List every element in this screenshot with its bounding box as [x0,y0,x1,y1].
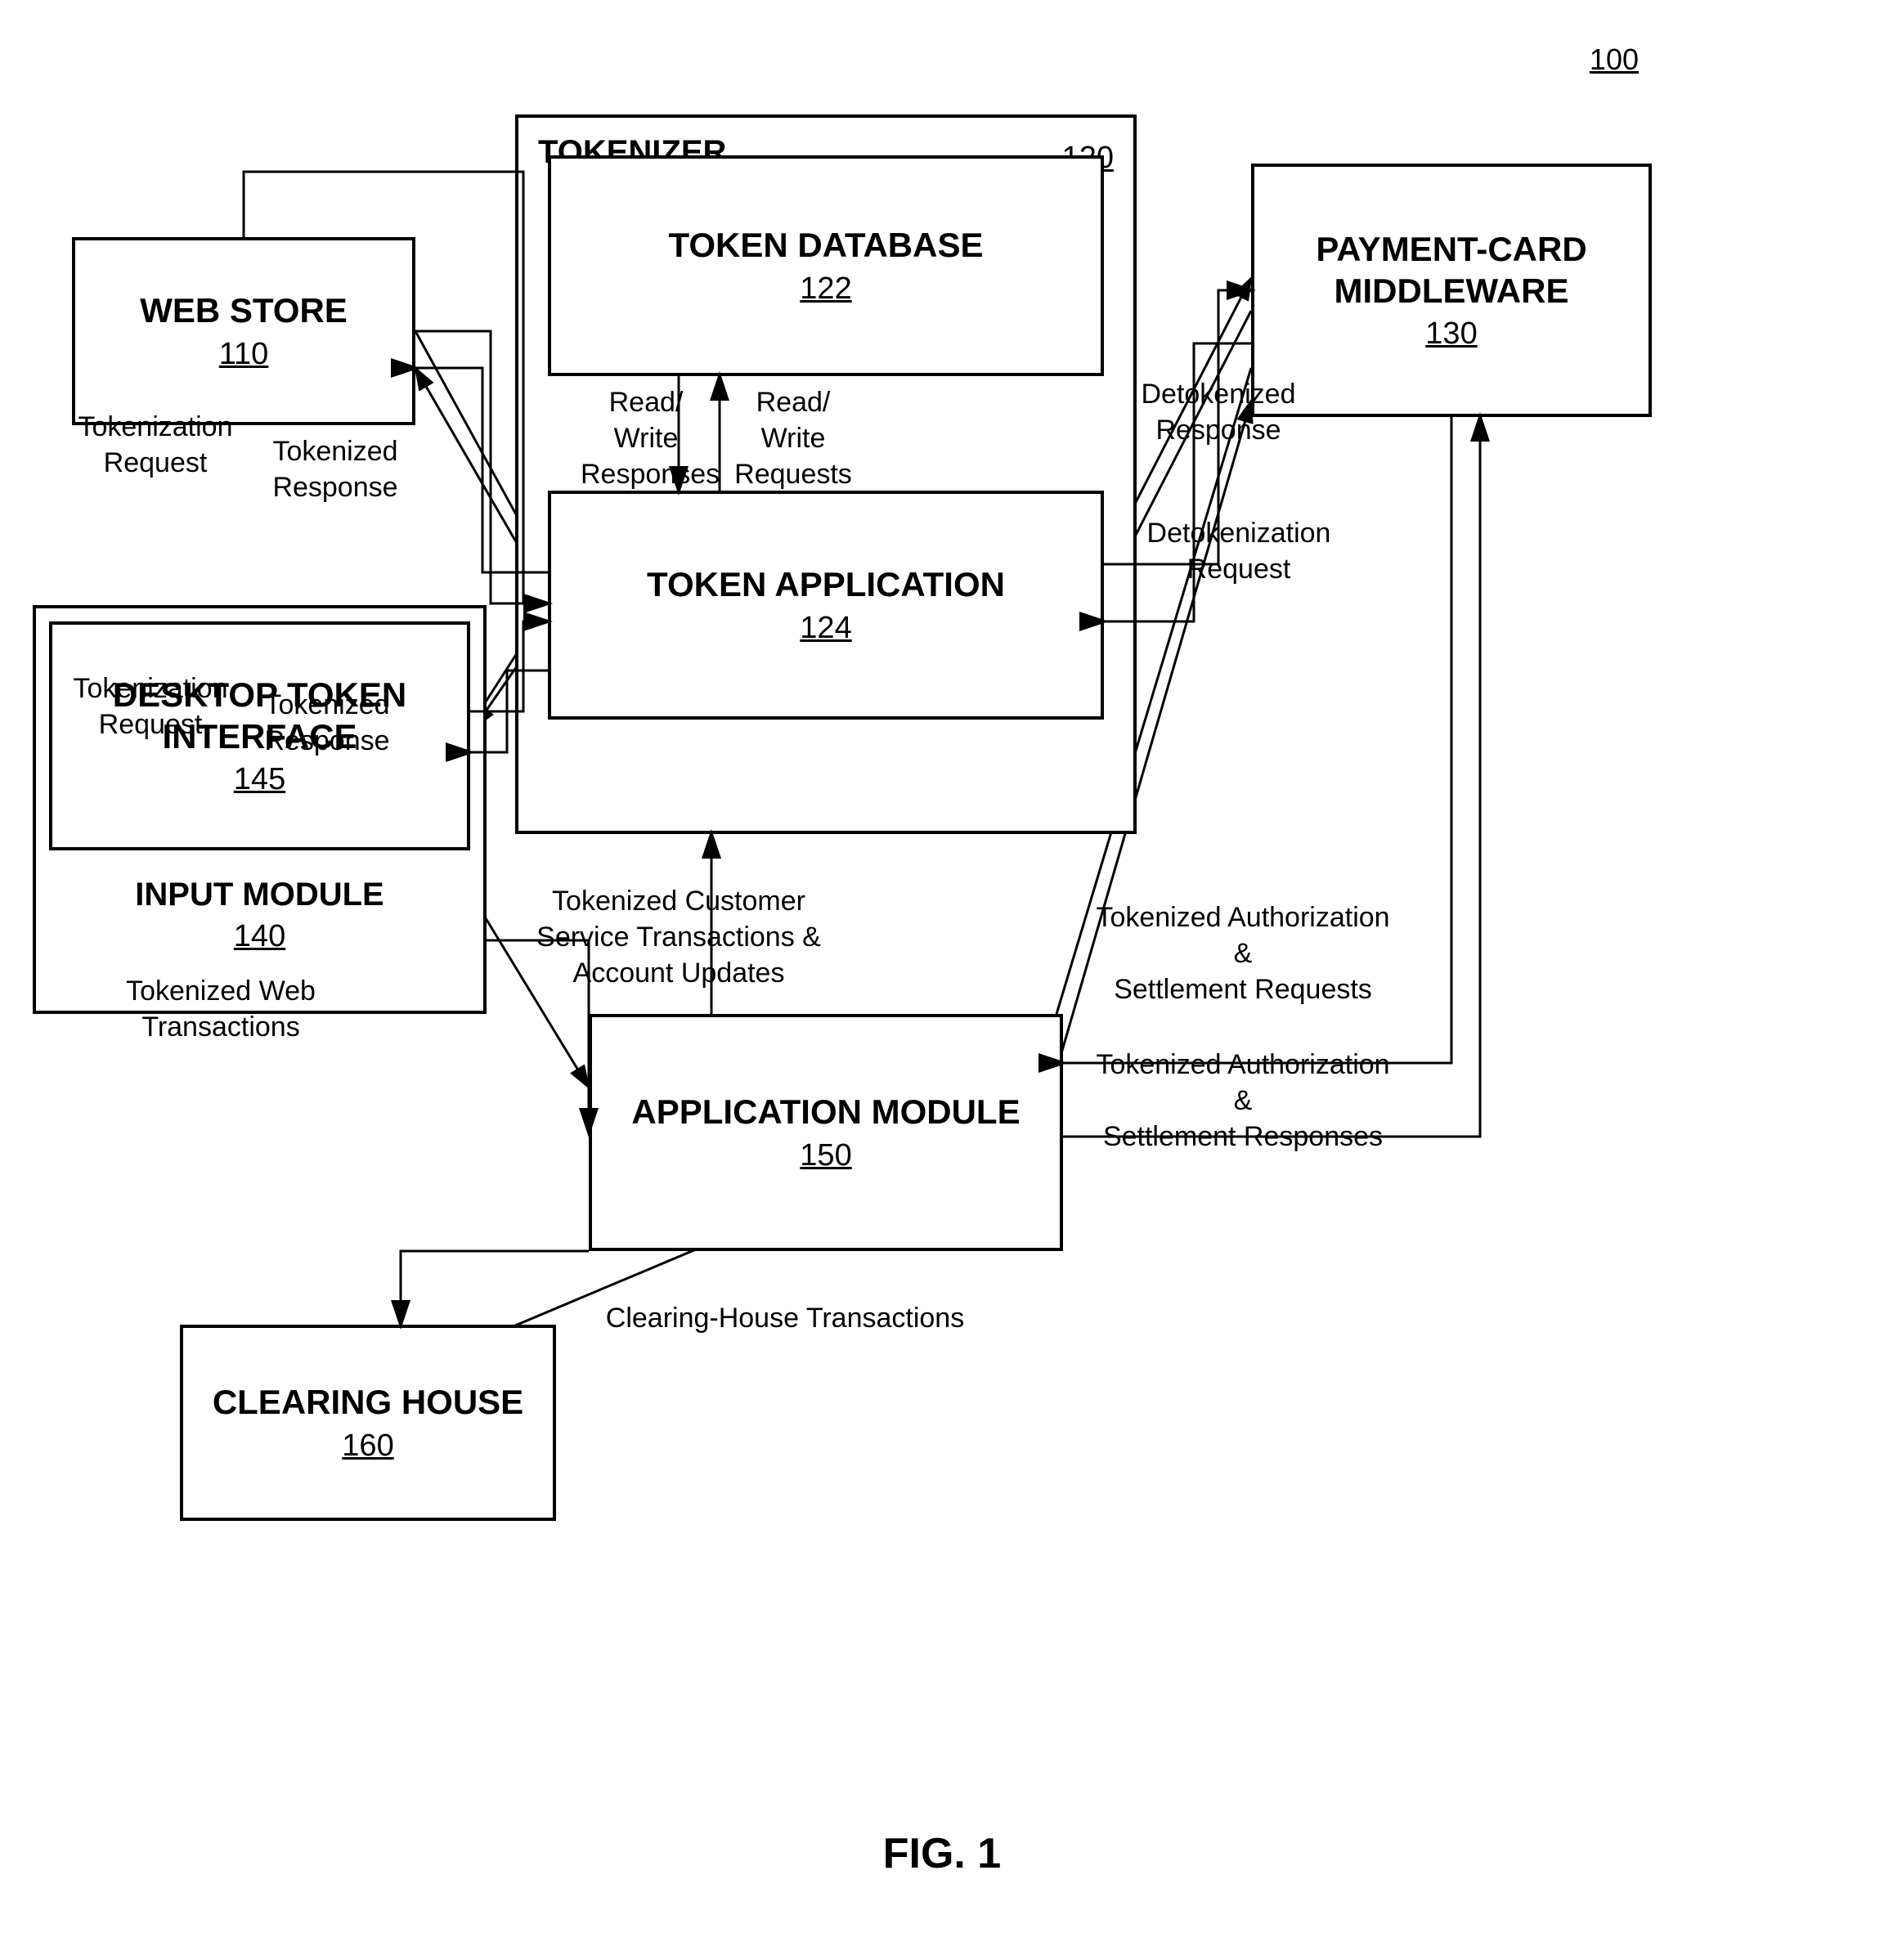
label-read-write-resp: Read/WriteResponses [581,384,711,493]
token-application-title: TOKEN APPLICATION [647,564,1005,605]
label-tok-auth-resp: Tokenized Authorization &Settlement Resp… [1088,1047,1398,1155]
label-tok-req-1: TokenizationRequest [65,409,245,481]
desktop-token-ref: 145 [234,762,285,797]
label-detok-resp: DetokenizedResponse [1112,376,1325,448]
payment-card-ref: 130 [1425,316,1477,352]
label-clearing-trans: Clearing-House Transactions [589,1300,981,1336]
web-store-ref: 110 [219,337,269,372]
diagram: 100 [0,0,1884,1960]
label-read-write-req: Read/WriteRequests [728,384,859,493]
token-database-title: TOKEN DATABASE [668,225,983,266]
clearing-house-ref: 160 [342,1429,393,1464]
web-store-box: WEB STORE 110 [72,237,415,425]
clearing-house-box: CLEARING HOUSE 160 [180,1325,556,1521]
clearing-house-title: CLEARING HOUSE [213,1382,523,1423]
label-tok-req-2: TokenizationRequest [61,671,240,742]
token-application-box: TOKEN APPLICATION 124 [548,491,1104,720]
label-detok-req: DetokenizationRequest [1120,515,1357,587]
application-module-title: APPLICATION MODULE [631,1092,1020,1132]
label-tok-cust-service: Tokenized CustomerService Transactions &… [523,883,834,992]
main-ref: 100 [1590,43,1639,77]
label-tok-web-trans: Tokenized Web Transactions [65,973,376,1045]
token-database-box: TOKEN DATABASE 122 [548,155,1104,376]
token-application-ref: 124 [800,611,851,646]
payment-card-title: PAYMENT-CARD MIDDLEWARE [1254,229,1648,312]
label-tok-resp-2: TokenizedResponse [237,687,417,759]
label-tok-auth-req: Tokenized Authorization &Settlement Requ… [1088,899,1398,1008]
label-tok-resp-1: TokenizedResponse [245,433,425,505]
web-store-title: WEB STORE [140,290,348,331]
token-database-ref: 122 [800,271,851,307]
fig-caption: FIG. 1 [883,1829,1001,1878]
input-module-label: INPUT MODULE 140 [33,875,487,954]
application-module-ref: 150 [800,1138,851,1173]
application-module-box: APPLICATION MODULE 150 [589,1014,1063,1251]
